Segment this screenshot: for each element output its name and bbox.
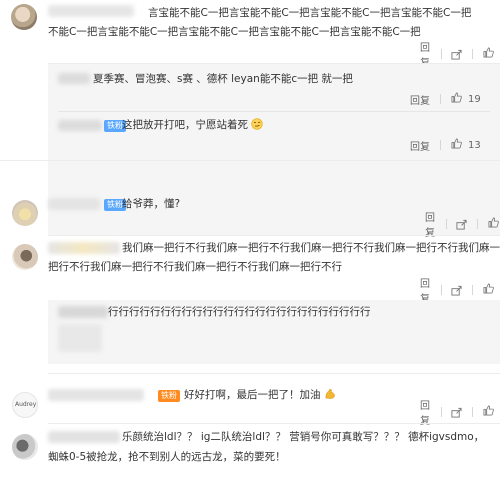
comment-text-continued: 不能C一把言宝能不能C一把言宝能不能C一把言宝能不能C一把言宝能不能C一把 xyxy=(48,26,421,38)
divider xyxy=(0,160,500,161)
thumbs-up-icon xyxy=(483,283,494,297)
avatar[interactable] xyxy=(12,200,38,226)
like-button[interactable]: 19 xyxy=(451,92,481,106)
avatar[interactable]: Audrey Acyno xyxy=(12,392,38,418)
action-separator xyxy=(445,219,447,229)
flexed-biceps-emoji xyxy=(324,388,336,406)
reply-actions-blurred xyxy=(58,324,102,352)
smirk-face-emoji xyxy=(251,118,263,136)
like-button[interactable]: 75 xyxy=(488,217,500,231)
comment-actions: 回复 24 xyxy=(420,43,500,69)
like-button[interactable]: 21 xyxy=(483,405,500,419)
username-blurred[interactable] xyxy=(48,389,144,401)
comment-text: 我们麻一把行不行我们麻一把行不行我们麻一把行不行我们麻一把行不行我们麻一 xyxy=(122,242,500,254)
comment-text: 言宝能不能C一把言宝能不能C一把言宝能不能C一把言宝能不能C一把 xyxy=(148,7,472,19)
share-icon[interactable] xyxy=(456,219,467,230)
comment-text-body: 好好打啊，最后一把了！加油 xyxy=(184,389,321,401)
reply-text: 这把放开打吧，宁愿站着死 xyxy=(122,117,263,136)
like-button[interactable]: 41 xyxy=(483,283,500,297)
comment-text: 好好打啊，最后一把了！加油 xyxy=(184,387,336,406)
avatar[interactable] xyxy=(12,244,38,270)
thumbs-up-icon xyxy=(483,47,494,61)
username-blurred[interactable] xyxy=(48,5,134,17)
reply-text: 行行行行行行行行行行行行行行行行行行行行行行行行行 xyxy=(108,306,371,318)
divider xyxy=(58,111,490,112)
comment-actions: 回复 13 xyxy=(410,138,481,153)
comment-text-continued: 蜘蛛0-5被抢龙，抢不到别人的远古龙，菜的要死！ xyxy=(48,451,286,463)
username-blurred[interactable] xyxy=(48,198,100,210)
comment-actions: 回复 75 xyxy=(425,213,500,239)
like-count: 19 xyxy=(468,93,481,105)
avatar[interactable] xyxy=(11,4,37,30)
action-separator xyxy=(472,407,473,417)
action-separator xyxy=(477,219,478,229)
thumbs-up-icon xyxy=(483,405,494,419)
thumbs-up-icon xyxy=(488,217,499,231)
username-blurred[interactable] xyxy=(58,306,108,318)
reply-button[interactable]: 回复 xyxy=(410,92,430,107)
username-blurred[interactable] xyxy=(58,73,90,84)
action-separator xyxy=(440,94,441,104)
comment-text-continued: 把行不行我们麻一把行不行我们麻一把行不行我们麻一把行不行 xyxy=(48,261,342,273)
like-button[interactable]: 24 xyxy=(483,47,500,61)
reply-button[interactable]: 回复 xyxy=(410,138,430,153)
divider xyxy=(48,373,500,374)
action-separator xyxy=(440,407,442,417)
action-separator xyxy=(472,49,473,59)
thumbs-up-icon xyxy=(451,92,462,106)
like-button[interactable]: 13 xyxy=(451,138,481,152)
comment-actions: 回复 41 xyxy=(420,279,500,305)
comment-actions: 回复 21 xyxy=(420,401,500,427)
avatar[interactable] xyxy=(12,434,38,460)
fan-badge: 铁粉 xyxy=(158,390,180,402)
share-icon[interactable] xyxy=(451,407,462,418)
comment-actions: 回复 19 xyxy=(410,92,481,107)
username-blurred[interactable] xyxy=(48,242,120,254)
divider xyxy=(48,423,500,424)
thumbs-up-icon xyxy=(451,138,462,152)
username-blurred[interactable] xyxy=(48,431,120,443)
username-blurred[interactable] xyxy=(58,120,102,131)
reply-text-body: 这把放开打吧，宁愿站着死 xyxy=(122,119,248,131)
action-separator xyxy=(440,140,441,150)
comment-text: 给爷莽，懂? xyxy=(122,198,181,210)
action-separator xyxy=(472,285,473,295)
avatar-text: Audrey Acyno xyxy=(15,401,37,408)
action-separator xyxy=(440,49,442,59)
reply-text: 夏季赛、冒泡赛、s赛 、德杯 leyan能不能c一把 就一把 xyxy=(93,73,353,85)
comment-text: 乐颜统治ldl？？ ig二队统治ldl？？ 营销号你可真敢写？？？ 德杯igvs… xyxy=(122,431,485,443)
action-separator xyxy=(440,285,442,295)
like-count: 13 xyxy=(468,139,481,151)
share-icon[interactable] xyxy=(451,49,462,60)
divider xyxy=(48,235,500,236)
share-icon[interactable] xyxy=(451,285,462,296)
